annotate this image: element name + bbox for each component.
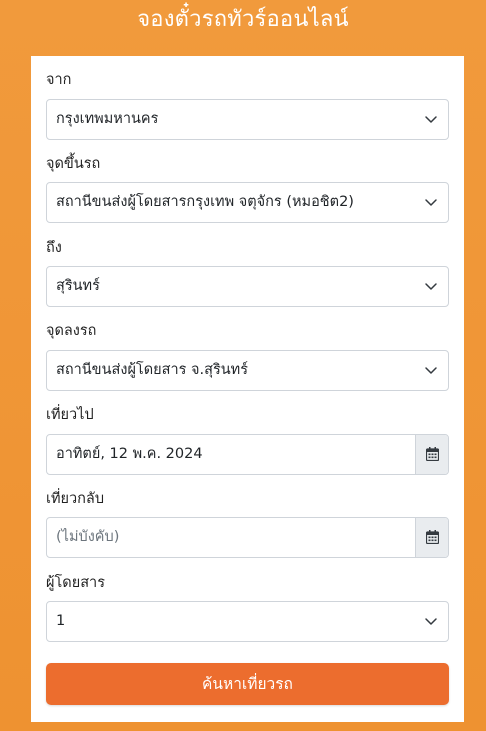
calendar-icon <box>426 447 439 461</box>
dropoff-label: จุดลงรถ <box>46 323 97 339</box>
return-calendar-button[interactable] <box>415 518 448 557</box>
to-select-value: สุรินทร์ <box>56 278 100 294</box>
from-select-value: กรุงเทพมหานคร <box>56 111 159 127</box>
pickup-select-value: สถานีขนส่งผู้โดยสารกรุงเทพ จตุจักร (หมอช… <box>56 194 354 210</box>
from-select[interactable]: กรุงเทพมหานคร <box>46 99 449 140</box>
from-label: จาก <box>46 72 72 88</box>
dropoff-select[interactable]: สถานีขนส่งผู้โดยสาร จ.สุรินทร์ <box>46 350 449 391</box>
booking-page: จองตั๋วรถทัวร์ออนไลน์ จาก กรุงเทพมหานคร … <box>0 0 486 731</box>
depart-label: เที่ยวไป <box>46 407 94 423</box>
chevron-down-icon <box>425 367 437 374</box>
return-date-field: (ไม่บังคับ) <box>46 517 449 558</box>
return-date-placeholder: (ไม่บังคับ) <box>56 529 120 545</box>
booking-form: จาก กรุงเทพมหานคร จุดขึ้นรถ สถานีขนส่งผู… <box>31 56 464 722</box>
passengers-select-value: 1 <box>56 613 66 629</box>
return-label: เที่ยวกลับ <box>46 491 105 507</box>
to-select[interactable]: สุรินทร์ <box>46 266 449 307</box>
to-label: ถึง <box>46 240 62 256</box>
depart-date-value: อาทิตย์, 12 พ.ค. 2024 <box>56 446 203 462</box>
pickup-select[interactable]: สถานีขนส่งผู้โดยสารกรุงเทพ จตุจักร (หมอช… <box>46 182 449 223</box>
chevron-down-icon <box>425 618 437 625</box>
chevron-down-icon <box>425 199 437 206</box>
return-date-input[interactable]: (ไม่บังคับ) <box>47 518 417 557</box>
passengers-select[interactable]: 1 <box>46 601 449 642</box>
passengers-label: ผู้โดยสาร <box>46 575 105 591</box>
pickup-label: จุดขึ้นรถ <box>46 156 101 172</box>
dropoff-select-value: สถานีขนส่งผู้โดยสาร จ.สุรินทร์ <box>56 362 249 378</box>
depart-date-input[interactable]: อาทิตย์, 12 พ.ค. 2024 <box>47 435 417 474</box>
chevron-down-icon <box>425 116 437 123</box>
search-trips-button[interactable]: ค้นหาเที่ยวรถ <box>46 663 449 705</box>
calendar-icon <box>426 530 439 544</box>
chevron-down-icon <box>425 283 437 290</box>
depart-date-field: อาทิตย์, 12 พ.ค. 2024 <box>46 434 449 475</box>
depart-calendar-button[interactable] <box>415 435 448 474</box>
page-title: จองตั๋วรถทัวร์ออนไลน์ <box>137 7 349 32</box>
